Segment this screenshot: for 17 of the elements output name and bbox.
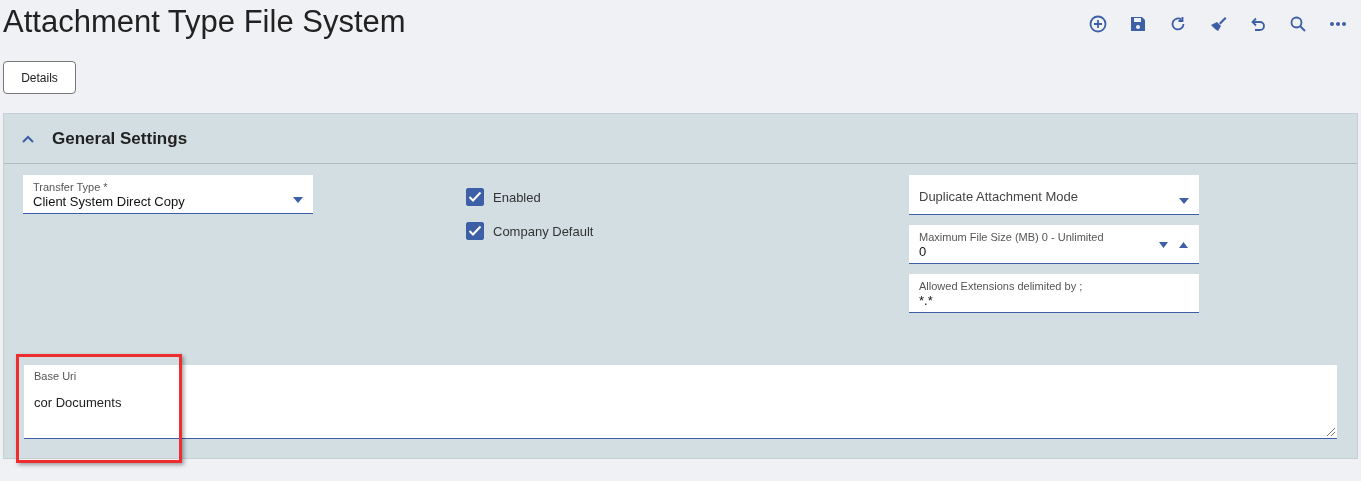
checkbox-label: Company Default (493, 223, 594, 239)
transfer-type-dropdown[interactable]: Transfer Type * Client System Direct Copy (23, 175, 313, 214)
collapse-icon[interactable] (22, 134, 34, 143)
checkbox[interactable] (466, 222, 484, 240)
section-title: General Settings (52, 128, 188, 149)
max-file-size-field[interactable]: Maximum File Size (MB) 0 - Unlimited 0 (909, 225, 1199, 264)
base-uri-field[interactable]: Base Uri cor Documents (24, 365, 1337, 439)
resize-grip-icon[interactable] (1327, 428, 1335, 436)
spinner-icon (1159, 241, 1189, 249)
checkbox-label: Enabled (493, 189, 541, 205)
page-title: Attachment Type File System (3, 4, 406, 40)
allowed-extensions-field[interactable]: Allowed Extensions delimited by ; *.* (909, 274, 1199, 313)
duplicate-mode-dropdown[interactable]: Duplicate Attachment Mode (909, 175, 1199, 215)
caret-icon (293, 197, 303, 203)
details-tab[interactable]: Details (3, 61, 76, 94)
caret-icon (1179, 198, 1189, 204)
checkbox[interactable] (466, 188, 484, 206)
